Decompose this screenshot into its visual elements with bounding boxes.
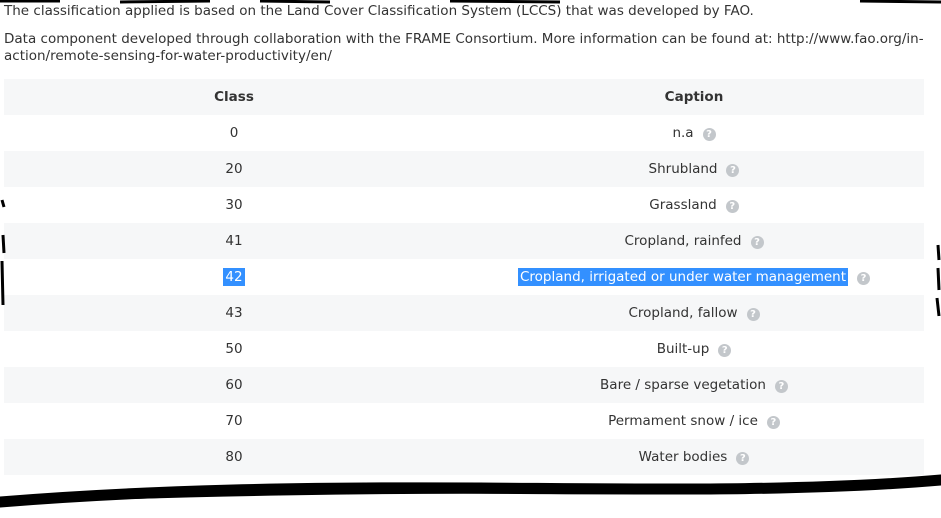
intro-frame-text: Data component developed through collabo… (4, 31, 924, 64)
class-cell: 42 (4, 259, 464, 295)
class-value: 0 (229, 125, 239, 141)
help-icon[interactable]: ? (702, 128, 716, 141)
class-cell: 80 (4, 439, 464, 475)
land-cover-class-table: Class Caption 0 n.a? 20 Shrubland? 30 Gr… (4, 79, 924, 511)
class-value: 81 (225, 485, 243, 501)
caption-cell: Shrubland? (464, 151, 924, 187)
help-icon[interactable]: ? (774, 380, 788, 393)
caption-cell: Grassland? (464, 187, 924, 223)
table-row: 80 Water bodies? (4, 439, 924, 475)
caption-text: Cropland, fallow (628, 305, 738, 321)
caption-text: Grassland (649, 197, 717, 213)
caption-text-selected: Cropland, irrigated or under water manag… (517, 268, 849, 286)
table-row: 43 Cropland, fallow? (4, 295, 924, 331)
class-cell: 30 (4, 187, 464, 223)
caption-text: Built-up (656, 341, 710, 357)
table-row: 50 Built-up? (4, 331, 924, 367)
caption-cell: Cropland, rainfed? (464, 223, 924, 259)
class-value: 41 (225, 233, 243, 249)
intro-text: The classification applied is based on t… (4, 3, 934, 76)
right-scribble-mark (935, 244, 941, 317)
caption-text: Permament snow / ice (608, 413, 758, 429)
caption-cell: Cropland, irrigated or under water manag… (464, 259, 924, 295)
help-icon[interactable]: ? (773, 488, 787, 501)
class-cell: 20 (4, 151, 464, 187)
help-icon[interactable]: ? (718, 344, 732, 357)
help-icon[interactable]: ? (746, 308, 760, 321)
table-row: 20 Shrubland? (4, 151, 924, 187)
class-value: 60 (225, 377, 243, 393)
class-cell: 50 (4, 331, 464, 367)
caption-text: Cropland, rainfed (624, 233, 742, 249)
help-icon[interactable]: ? (726, 164, 740, 177)
class-cell: 41 (4, 223, 464, 259)
help-icon[interactable]: ? (736, 452, 750, 465)
table-row-selected: 42 Cropland, irrigated or under water ma… (4, 259, 924, 295)
class-cell: 43 (4, 295, 464, 331)
table-row: 0 n.a? (4, 115, 924, 151)
class-cell: 70 (4, 403, 464, 439)
help-icon[interactable]: ? (750, 236, 764, 249)
help-icon[interactable]: ? (766, 416, 780, 429)
caption-cell: Permament snow / ice? (464, 403, 924, 439)
caption-text: n.a (672, 125, 694, 141)
caption-text: Water bodies (638, 449, 728, 465)
class-value: 30 (225, 197, 243, 213)
class-value-selected: 42 (223, 268, 245, 286)
class-value: 43 (225, 305, 243, 321)
caption-text: Shrubland (648, 161, 718, 177)
class-value: 20 (225, 161, 243, 177)
class-cell: 81 (4, 475, 464, 511)
caption-cell: Cropland, fallow? (464, 295, 924, 331)
table-row: 60 Bare / sparse vegetation? (4, 367, 924, 403)
class-cell: 0 (4, 115, 464, 151)
table-row: 70 Permament snow / ice? (4, 403, 924, 439)
help-icon[interactable]: ? (725, 200, 739, 213)
class-cell: 60 (4, 367, 464, 403)
caption-text: Bare / sparse vegetation (600, 377, 766, 393)
class-value: 70 (225, 413, 243, 429)
column-header-class: Class (214, 89, 254, 105)
caption-cell: n.a? (464, 115, 924, 151)
column-header-caption: Caption (664, 89, 724, 105)
caption-cell: Water bodies? (464, 439, 924, 475)
table-row: 41 Cropland, rainfed? (4, 223, 924, 259)
caption-cell: Built-up? (464, 331, 924, 367)
page: The classification applied is based on t… (0, 0, 941, 518)
caption-cell: Bare / sparse vegetation? (464, 367, 924, 403)
table-header-row: Class Caption (4, 79, 924, 115)
caption-cell: Temporary water bodies? (464, 475, 924, 511)
caption-text: Temporary water bodies (601, 485, 765, 501)
help-icon[interactable]: ? (857, 272, 871, 285)
table-row: 81 Temporary water bodies? (4, 475, 924, 511)
class-value: 50 (225, 341, 243, 357)
intro-lccs-text: The classification applied is based on t… (4, 3, 754, 19)
table-row: 30 Grassland? (4, 187, 924, 223)
class-value: 80 (225, 449, 243, 465)
